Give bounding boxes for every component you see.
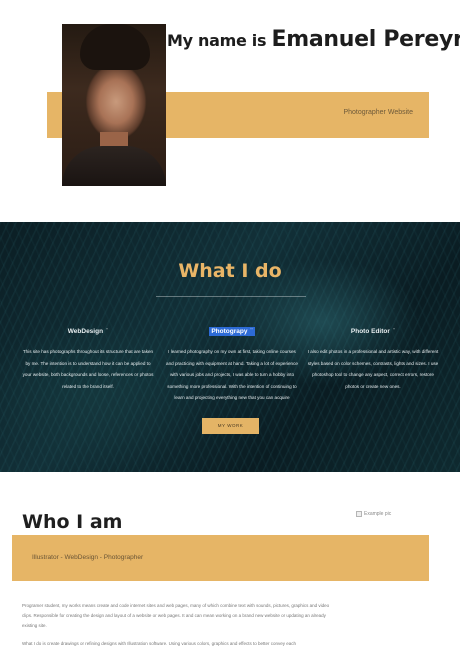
service-heading-text: WebDesign bbox=[67, 328, 104, 335]
who-roles: Illustrator - WebDesign - Photographer bbox=[32, 554, 144, 561]
portrait-hair bbox=[80, 24, 150, 70]
example-image-alt: Example pic bbox=[364, 511, 392, 517]
service-photo-editor: Photo Editor ¨ I also edit photos in a pr… bbox=[306, 320, 440, 392]
services-title: What I do bbox=[178, 260, 282, 282]
who-description: Programer student, my works means create… bbox=[22, 601, 340, 649]
service-heading-text: Photograpy bbox=[211, 328, 248, 335]
service-heading-selected[interactable]: Photograpy ¨ bbox=[209, 327, 255, 336]
portrait-photo bbox=[62, 24, 166, 186]
heading-mark: ¨ bbox=[392, 328, 396, 335]
service-description: I learned photography on my own at first… bbox=[166, 349, 298, 400]
example-image: Example pic bbox=[356, 511, 391, 517]
hero-subtitle: Photographer Website bbox=[343, 109, 413, 116]
broken-image-icon bbox=[356, 511, 362, 517]
who-paragraph: What I do is create drawings or refining… bbox=[22, 641, 297, 646]
page-title: My name is Emanuel Pereyra bbox=[167, 27, 460, 52]
service-heading-text: Photo Editor bbox=[350, 328, 390, 335]
service-heading: WebDesign ¨ bbox=[66, 327, 110, 336]
my-work-button[interactable]: MY WORK bbox=[202, 418, 259, 434]
who-banner: Illustrator - WebDesign - Photographer bbox=[12, 535, 429, 581]
services-section: What I do WebDesign ¨ This site has photo… bbox=[0, 222, 460, 472]
service-description: I also edit photos in a professional and… bbox=[307, 349, 439, 389]
title-prefix: My name is bbox=[167, 31, 272, 50]
service-webdesign: WebDesign ¨ This site has photographs thr… bbox=[21, 320, 155, 392]
services-divider bbox=[156, 296, 306, 297]
service-description: This site has photographs throughout its… bbox=[22, 349, 154, 389]
heading-mark: ¨ bbox=[106, 328, 109, 335]
service-photography: Photograpy ¨ I learned photography on my … bbox=[165, 320, 299, 404]
heading-mark: ¨ bbox=[250, 328, 253, 335]
title-name: Emanuel Pereyra bbox=[271, 27, 460, 52]
portrait-shirt bbox=[62, 146, 166, 186]
service-heading: Photo Editor ¨ bbox=[349, 327, 397, 336]
hero-section: Photographer Website My name is Emanuel … bbox=[0, 0, 460, 200]
who-paragraph: Programer student, my works means create… bbox=[22, 603, 330, 628]
who-title: Who I am bbox=[22, 511, 123, 533]
